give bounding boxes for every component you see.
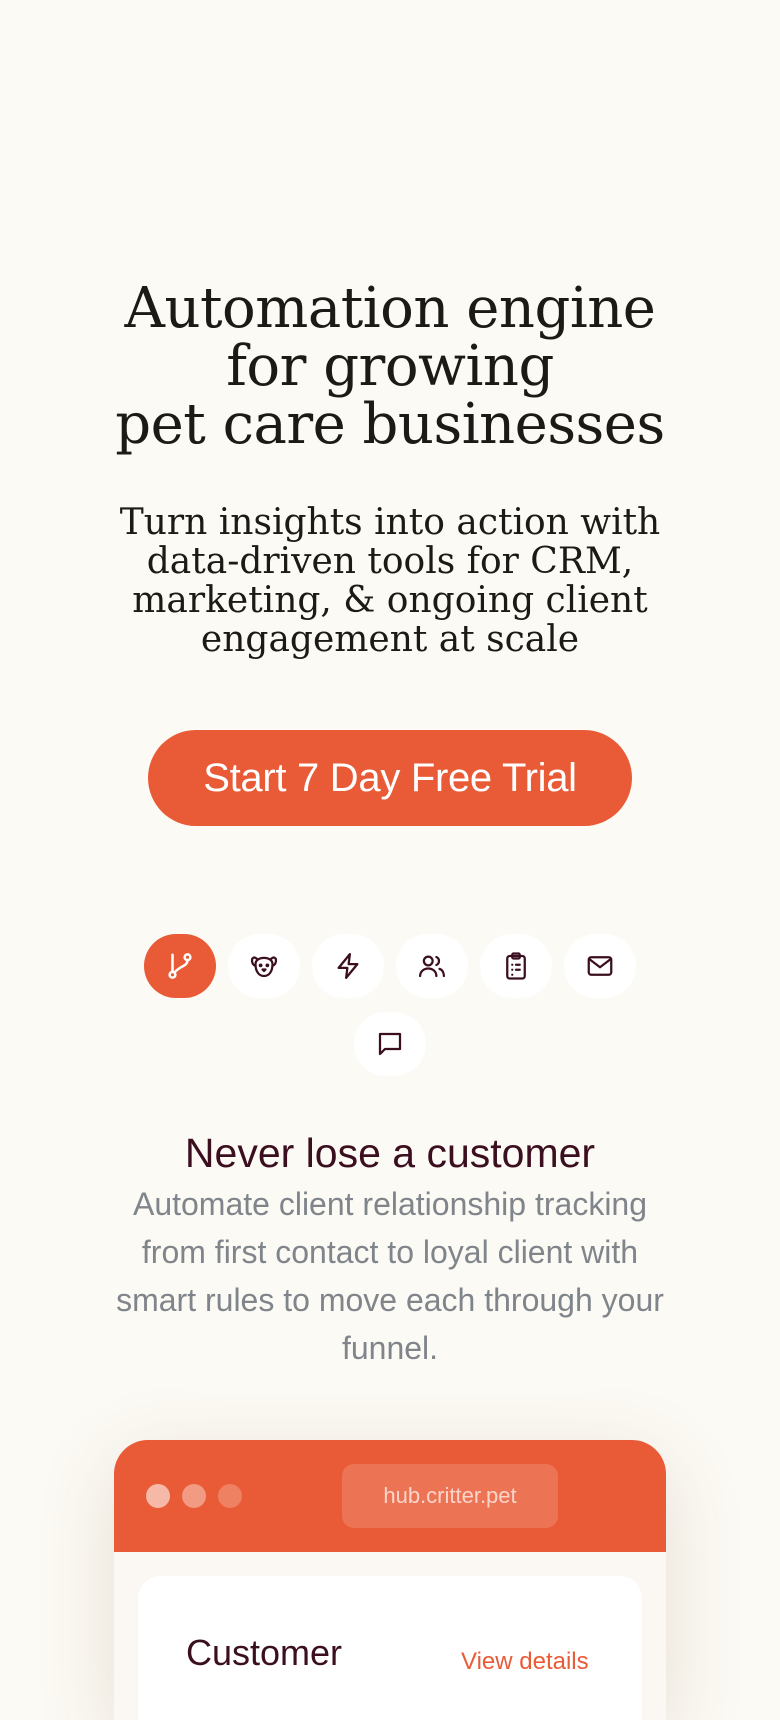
tab-email[interactable] <box>564 934 636 998</box>
tab-pets[interactable] <box>228 934 300 998</box>
users-icon <box>419 955 445 978</box>
tab-tasks[interactable] <box>480 934 552 998</box>
start-trial-button[interactable]: Start 7 Day Free Trial <box>148 730 632 826</box>
tab-clients[interactable] <box>396 934 468 998</box>
window-dot-icon <box>146 1484 170 1508</box>
customer-panel: Customer View details <box>138 1576 642 1720</box>
mail-icon <box>587 956 613 976</box>
branch-icon <box>168 953 192 979</box>
hero-title-line: Automation engine <box>124 276 656 341</box>
browser-title-bar: hub.critter.pet <box>114 1440 666 1552</box>
tab-automation-branch[interactable] <box>144 934 216 998</box>
panel-heading: Customer <box>186 1632 343 1673</box>
lightning-icon <box>337 953 359 979</box>
feature-title: Never lose a customer <box>184 1130 596 1176</box>
hero-subtitle: Turn insights into action with data-driv… <box>119 502 661 660</box>
hero-title-line: for growing <box>226 334 554 399</box>
tab-automations[interactable] <box>312 934 384 998</box>
tab-messaging[interactable] <box>354 1012 426 1076</box>
chat-bubble-icon <box>378 1032 402 1056</box>
feature-description: Automate client relationship tracking fr… <box>116 1186 664 1366</box>
window-dot-icon <box>218 1484 242 1508</box>
browser-mockup: hub.critter.pet Customer View details <box>114 1440 666 1720</box>
clipboard-list-icon <box>506 952 526 980</box>
hero-title: Automation engine for growing pet care b… <box>0 280 780 454</box>
window-dot-icon <box>182 1484 206 1508</box>
dog-face-icon <box>250 956 278 978</box>
view-details-link[interactable]: View details <box>461 1648 589 1676</box>
hero-title-line: pet care businesses <box>115 392 665 457</box>
url-bar: hub.critter.pet <box>342 1464 558 1528</box>
